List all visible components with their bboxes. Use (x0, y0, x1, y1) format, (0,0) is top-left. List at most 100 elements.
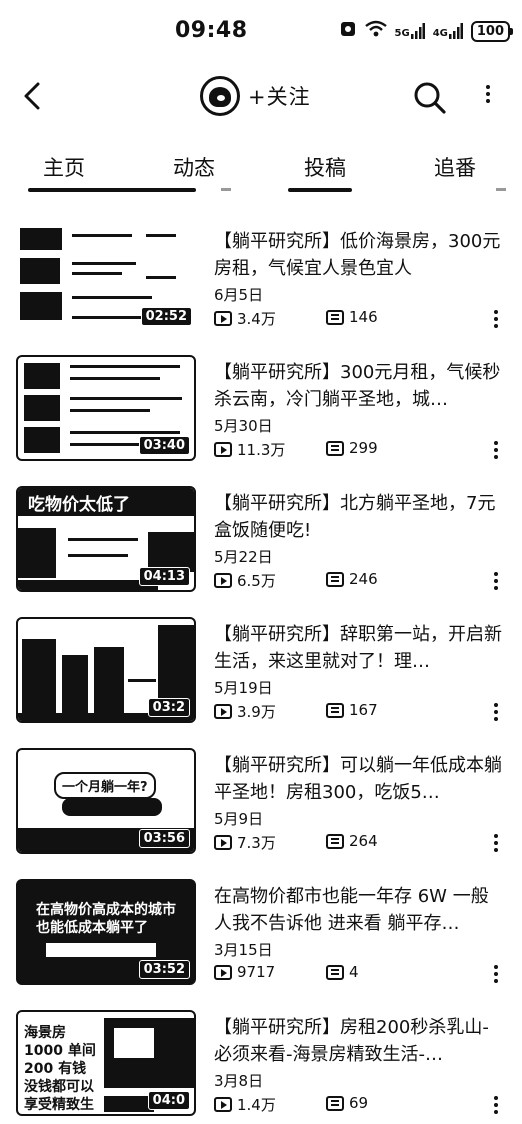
danmaku-count-value: 4 (349, 963, 359, 981)
signal-5g-icon: 5G (395, 23, 425, 39)
video-title[interactable]: 【躺平研究所】低价海景房，300元房租，气候宜人景色宜人 (214, 228, 506, 282)
play-icon (214, 311, 232, 326)
play-count-value: 6.5万 (237, 572, 276, 590)
danmaku-count: 69 (326, 1094, 368, 1112)
video-title[interactable]: 【躺平研究所】北方躺平圣地，7元盒饭随便吃! (214, 490, 506, 544)
tab-dynamics[interactable]: 动态 (173, 152, 215, 182)
status-time: 09:48 (175, 18, 248, 43)
danmaku-count: 167 (326, 701, 378, 719)
thumb-caption: 海景房1000 单间200 有钱没钱都可以享受精致生活 (24, 1025, 96, 1113)
more-vertical-icon (488, 1096, 504, 1114)
item-more-button[interactable] (488, 572, 504, 594)
network-5g-label: 5G (394, 28, 410, 39)
danmaku-count-value: 167 (349, 701, 378, 719)
alarm-icon (339, 20, 357, 42)
status-icons: 5G 4G 100 (339, 20, 514, 42)
danmaku-count-value: 69 (349, 1094, 369, 1112)
danmaku-icon (326, 440, 344, 456)
video-item[interactable]: 海景房1000 单间200 有钱没钱都可以享受精致生活 04:0 【躺平研究所】… (0, 996, 522, 1116)
play-count: 6.5万 (214, 570, 276, 591)
video-date: 5月22日 (214, 548, 273, 566)
play-icon (214, 442, 232, 457)
play-count-value: 3.9万 (237, 703, 276, 721)
video-duration: 04:13 (138, 567, 190, 586)
battery-icon: 100 (470, 20, 514, 42)
item-more-button[interactable] (488, 834, 504, 856)
tab-uploads[interactable]: 投稿 (304, 152, 346, 182)
play-icon (214, 704, 232, 719)
more-vertical-icon (488, 310, 504, 328)
play-count-value: 9717 (237, 963, 276, 981)
video-date: 3月15日 (214, 941, 273, 959)
tab-home-underline (28, 188, 196, 192)
chevron-left-icon (24, 82, 40, 110)
signal-4g-icon: 4G (433, 23, 463, 39)
more-vertical-icon (488, 965, 504, 983)
video-title[interactable]: 在高物价都市也能一年存 6W 一般人我不告诉他 进来看 躺平存… (214, 883, 506, 937)
user-info[interactable]: +关注 (200, 76, 311, 116)
wifi-icon (364, 20, 387, 42)
video-date: 5月9日 (214, 810, 264, 828)
danmaku-count-value: 264 (349, 832, 378, 850)
play-count: 11.3万 (214, 439, 285, 460)
play-icon (214, 573, 232, 588)
play-count: 9717 (214, 963, 275, 981)
video-item[interactable]: 03:2 【躺平研究所】辞职第一站，开启新生活，来这里就对了！理… 5月19日 … (0, 603, 522, 723)
video-thumbnail[interactable]: 吃物价太低了 04:13 (16, 486, 196, 592)
item-more-button[interactable] (488, 1096, 504, 1118)
play-icon (214, 964, 232, 980)
item-more-button[interactable] (488, 310, 504, 332)
video-item[interactable]: 02:52 【躺平研究所】低价海景房，300元房租，气候宜人景色宜人 6月5日 … (0, 210, 522, 330)
more-options-button[interactable] (476, 80, 500, 116)
video-item[interactable]: 一个月躺一年? 03:56 【躺平研究所】可以躺一年低成本躺平圣地！房租300，… (0, 734, 522, 854)
item-more-button[interactable] (488, 703, 504, 725)
danmaku-icon (326, 702, 344, 718)
video-thumbnail[interactable]: 03:2 (16, 617, 196, 723)
more-vertical-icon (488, 441, 504, 459)
avatar[interactable] (200, 76, 240, 116)
back-button[interactable] (14, 78, 50, 114)
danmaku-count-value: 146 (349, 308, 378, 326)
play-count-value: 7.3万 (237, 834, 276, 852)
video-item[interactable]: 03:40 【躺平研究所】300元月租，气候秒杀云南，冷门躺平圣地，城… 5月3… (0, 341, 522, 461)
network-4g-label: 4G (432, 28, 448, 39)
video-duration: 03:40 (138, 436, 190, 455)
video-title[interactable]: 【躺平研究所】房租200秒杀乳山-必须来看-海景房精致生活-… (214, 1014, 506, 1068)
video-item[interactable]: 吃物价太低了 04:13 【躺平研究所】北方躺平圣地，7元盒饭随便吃! 5月22… (0, 472, 522, 592)
play-count-value: 3.4万 (237, 310, 276, 328)
tab-uploads-underline (288, 188, 352, 192)
play-count: 3.9万 (214, 701, 276, 722)
item-more-button[interactable] (488, 441, 504, 463)
video-duration: 03:52 (138, 960, 190, 979)
play-count-value: 11.3万 (237, 441, 286, 459)
tab-bangumi[interactable]: 追番 (434, 152, 476, 182)
search-button[interactable] (412, 80, 448, 116)
tab-divider (496, 188, 506, 191)
video-date: 6月5日 (214, 286, 264, 304)
video-item[interactable]: 在高物价高成本的城市也能低成本躺平了 03:52 在高物价都市也能一年存 6W … (0, 865, 522, 985)
danmaku-icon (326, 833, 344, 849)
video-title[interactable]: 【躺平研究所】300元月租，气候秒杀云南，冷门躺平圣地，城… (214, 359, 506, 413)
item-more-button[interactable] (488, 965, 504, 987)
video-thumbnail[interactable]: 03:40 (16, 355, 196, 461)
video-thumbnail[interactable]: 一个月躺一年? 03:56 (16, 748, 196, 854)
danmaku-count: 299 (326, 439, 378, 457)
video-date: 5月19日 (214, 679, 273, 697)
more-vertical-icon (476, 80, 500, 103)
video-thumbnail[interactable]: 在高物价高成本的城市也能低成本躺平了 03:52 (16, 879, 196, 985)
danmaku-count: 264 (326, 832, 378, 850)
tab-bar: 主页 动态 投稿 追番 (0, 140, 522, 202)
video-title[interactable]: 【躺平研究所】可以躺一年低成本躺平圣地！房租300，吃饭5… (214, 752, 506, 806)
tab-home[interactable]: 主页 (43, 152, 85, 182)
more-vertical-icon (488, 703, 504, 721)
play-count: 7.3万 (214, 832, 276, 853)
video-duration: 03:2 (147, 698, 190, 717)
more-vertical-icon (488, 834, 504, 852)
video-title[interactable]: 【躺平研究所】辞职第一站，开启新生活，来这里就对了！理… (214, 621, 506, 675)
video-thumbnail[interactable]: 海景房1000 单间200 有钱没钱都可以享受精致生活 04:0 (16, 1010, 196, 1116)
follow-button[interactable]: +关注 (248, 81, 311, 111)
tab-divider (221, 188, 231, 191)
video-duration: 04:0 (147, 1091, 190, 1110)
video-thumbnail[interactable]: 02:52 (16, 224, 196, 330)
play-icon (214, 1097, 232, 1112)
